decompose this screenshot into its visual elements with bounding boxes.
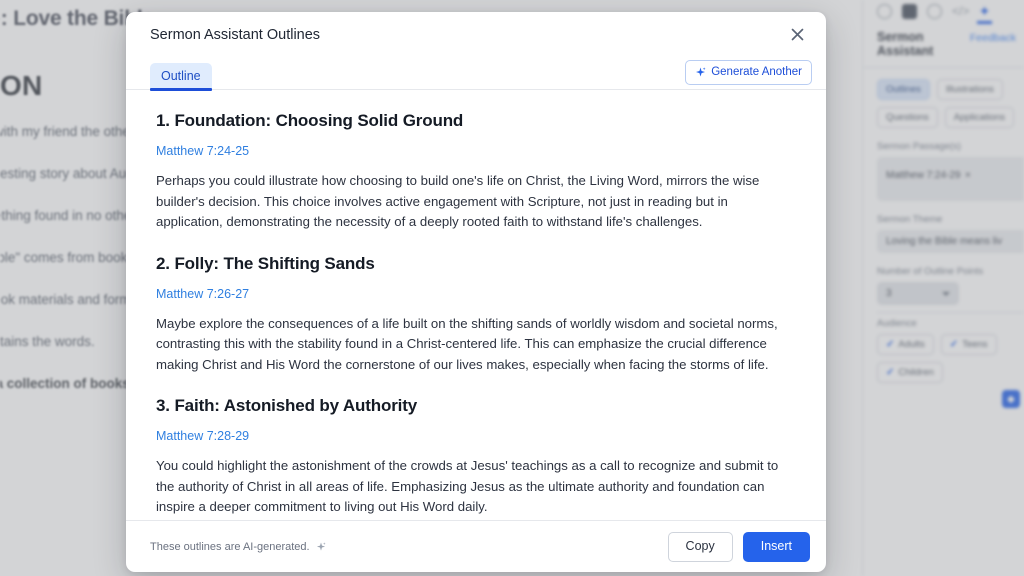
- modal-title: Sermon Assistant Outlines: [150, 27, 784, 43]
- outline-point-title: 3. Faith: Astonished by Authority: [156, 396, 792, 416]
- generate-another-button[interactable]: Generate Another: [685, 60, 812, 85]
- outline-point-body: You could highlight the astonishment of …: [156, 456, 792, 518]
- outline-scroll-area[interactable]: the prior outline point text scrolled ou…: [126, 90, 826, 520]
- modal-tabbar: Outline Generate Another: [126, 57, 826, 90]
- outline-point: 2. Folly: The Shifting Sands Matthew 7:2…: [156, 254, 792, 376]
- outline-point-title: 1. Foundation: Choosing Solid Ground: [156, 111, 792, 131]
- tab-outline[interactable]: Outline: [150, 63, 212, 90]
- modal-footer: These outlines are AI-generated. Copy In…: [126, 520, 826, 572]
- ai-generated-note: These outlines are AI-generated.: [150, 541, 668, 553]
- outline-point: 3. Faith: Astonished by Authority Matthe…: [156, 396, 792, 518]
- outline-point-body: Maybe explore the consequences of a life…: [156, 314, 792, 376]
- insert-button[interactable]: Insert: [743, 532, 810, 562]
- outline-point-body: Perhaps you could illustrate how choosin…: [156, 171, 792, 233]
- outline-point-reference[interactable]: Matthew 7:28-29: [156, 429, 792, 443]
- generate-another-label: Generate Another: [711, 65, 802, 79]
- sparkle-icon: [695, 67, 706, 78]
- outline-point-reference[interactable]: Matthew 7:26-27: [156, 287, 792, 301]
- outline-point: 1. Foundation: Choosing Solid Ground Mat…: [156, 111, 792, 233]
- outline-point-title: 2. Folly: The Shifting Sands: [156, 254, 792, 274]
- sparkle-icon: [316, 542, 326, 552]
- modal-header: Sermon Assistant Outlines: [126, 12, 826, 57]
- screen: Bullseye: Love the Bible TENSION I was t…: [0, 0, 1024, 576]
- close-icon[interactable]: [784, 22, 810, 48]
- ai-generated-note-text: These outlines are AI-generated.: [150, 541, 310, 553]
- outline-point-reference[interactable]: Matthew 7:24-25: [156, 144, 792, 158]
- copy-button[interactable]: Copy: [668, 532, 733, 562]
- sermon-assistant-outlines-modal: Sermon Assistant Outlines Outline Genera…: [126, 12, 826, 572]
